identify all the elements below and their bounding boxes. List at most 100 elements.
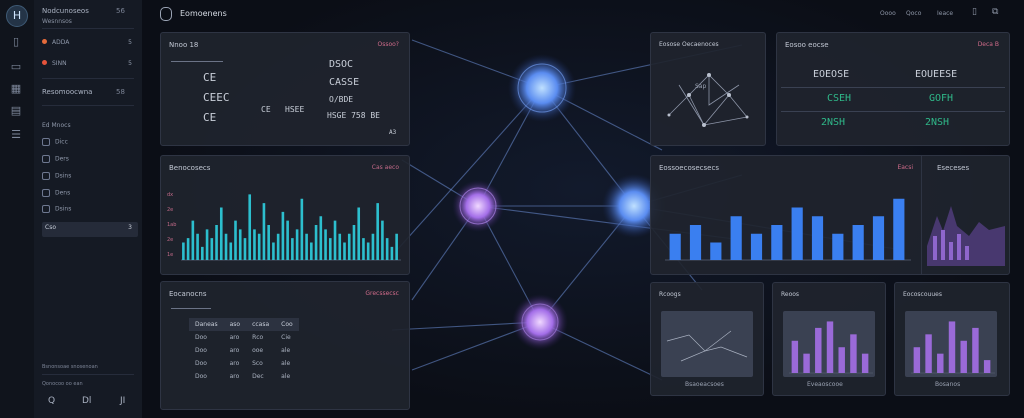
group-label[interactable]: Resomoocwna [42,88,92,96]
footer-button[interactable]: Dl [82,396,91,406]
panel-action[interactable]: Eacsi [897,164,913,171]
bar[interactable] [803,353,810,373]
copy-icon[interactable]: ⧉ [992,7,998,17]
bar[interactable] [861,353,869,373]
bar[interactable] [832,233,844,260]
bar[interactable] [324,229,327,260]
footer-button[interactable]: JI [120,396,125,406]
col-header[interactable]: Daneas [189,318,224,331]
bar[interactable] [811,216,824,260]
bar[interactable] [210,238,214,260]
bar[interactable] [385,238,389,260]
sub-item[interactable]: Dicc [42,138,138,149]
col-header[interactable]: aso [223,318,247,331]
bar[interactable] [771,225,783,260]
grid-icon[interactable]: ▦ [9,82,23,96]
bar[interactable] [710,242,722,261]
top-link[interactable]: Oooo [880,10,896,17]
doc-icon[interactable]: ▯ [972,7,977,17]
bar[interactable] [395,233,398,260]
bar[interactable] [937,353,944,373]
bar[interactable] [305,233,308,260]
sub-item[interactable]: Dsins [42,205,138,216]
bar[interactable] [286,220,289,260]
bar[interactable] [791,340,799,373]
sub-item[interactable]: Dens [42,189,138,200]
bar[interactable] [243,238,247,260]
bar[interactable] [191,220,195,260]
panel-action[interactable]: Deca B [978,41,999,48]
bar[interactable] [366,242,370,261]
bar[interactable] [328,238,332,260]
bar[interactable] [262,203,266,260]
bar[interactable] [319,216,323,260]
bar[interactable] [925,334,932,373]
footer-button[interactable]: Q [48,396,55,406]
bar[interactable] [291,238,294,260]
bar[interactable] [215,225,218,260]
bar[interactable] [893,198,905,260]
top-link[interactable]: Qoco [906,10,921,17]
table-row[interactable]: Doo aro ooe ale [189,344,299,357]
bar[interactable] [343,242,346,261]
bar[interactable] [791,207,803,261]
bar[interactable] [852,225,864,260]
bar[interactable] [850,334,857,373]
chart-thumbnail[interactable] [783,311,875,377]
bar[interactable] [257,233,261,260]
bar[interactable] [815,327,822,373]
workspace-name[interactable]: Nodcunoseos [42,7,89,15]
bar[interactable] [913,347,921,373]
top-link[interactable]: Ieace [937,10,953,17]
bar[interactable] [826,321,834,373]
bar[interactable] [750,233,763,260]
bar[interactable] [983,360,991,373]
bar[interactable] [272,242,275,261]
sidebar-item-active[interactable]: Cso 3 [42,222,138,237]
bar[interactable] [219,207,223,261]
col-header[interactable]: Coo [275,318,299,331]
bar[interactable] [371,233,375,260]
bar[interactable] [376,203,379,260]
bar[interactable] [730,216,742,260]
bar[interactable] [872,216,885,260]
bar[interactable] [253,229,256,260]
bar[interactable] [669,233,681,260]
table-row[interactable]: Doo aro Dec ale [189,370,299,383]
sidebar-item-adda[interactable]: ADDA 5 [42,39,138,50]
table-row[interactable]: Doo aro Rco Cie [189,331,299,344]
bar[interactable] [948,321,956,373]
bar[interactable] [314,225,318,260]
bar[interactable] [295,229,299,260]
bar[interactable] [267,225,270,260]
sub-item[interactable]: Ders [42,155,138,166]
bar[interactable] [347,233,351,260]
bar[interactable] [201,246,204,260]
panel-action[interactable]: Grecssecsc [365,290,399,297]
bar[interactable] [186,238,190,260]
bar[interactable] [390,246,394,260]
bar[interactable] [182,242,185,261]
bar[interactable] [357,207,361,261]
bar[interactable] [300,198,304,260]
bar[interactable] [352,225,356,260]
bar[interactable] [229,242,233,261]
app-logo[interactable]: H [6,5,28,27]
bar[interactable] [972,327,979,373]
bar[interactable] [333,220,337,260]
panel-action[interactable]: Ossoo? [377,41,399,48]
sidebar-item-sinn[interactable]: SINN 5 [42,60,138,71]
bar[interactable] [381,220,384,260]
sub-item[interactable]: Dsins [42,172,138,183]
bar[interactable] [689,225,702,260]
bar[interactable] [281,211,285,260]
col-header[interactable]: ccasa [246,318,276,331]
bar[interactable] [960,340,967,373]
route-thumbnail[interactable] [661,311,753,377]
panel-icon[interactable]: ▯ [9,35,23,49]
layers-icon[interactable]: ▭ [9,60,23,74]
bar[interactable] [238,229,242,260]
bar[interactable] [276,233,280,260]
table-row[interactable]: Doo aro Sco ale [189,357,299,370]
bar[interactable] [248,194,252,260]
